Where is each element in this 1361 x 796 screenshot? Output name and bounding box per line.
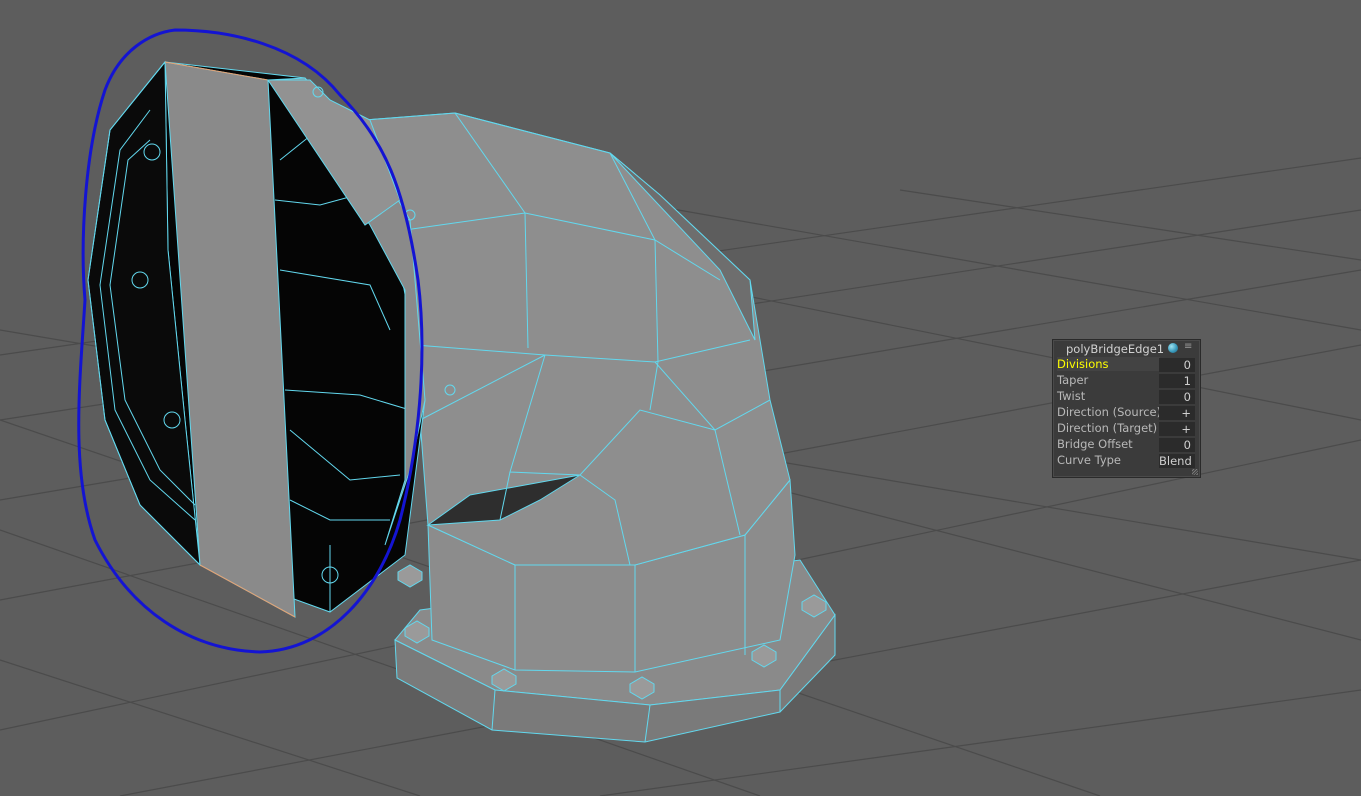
attr-row-direction-source[interactable]: Direction (Source) + (1053, 405, 1200, 421)
attr-value-field[interactable]: + (1159, 422, 1195, 436)
attr-row-direction-target[interactable]: Direction (Target) + (1053, 421, 1200, 437)
attr-value-field[interactable]: 1 (1159, 374, 1195, 388)
channel-box-popup[interactable]: polyBridgeEdge1 ≡ Divisions 0 Taper 1 Tw… (1052, 339, 1201, 478)
attr-value-field[interactable]: + (1159, 406, 1195, 420)
attr-label: Bridge Offset (1057, 437, 1133, 451)
attr-value-field[interactable]: 0 (1159, 358, 1195, 372)
attr-row-taper[interactable]: Taper 1 (1053, 373, 1200, 389)
attr-label: Twist (1057, 389, 1086, 403)
attr-value-field[interactable]: 0 (1159, 390, 1195, 404)
node-type-icon[interactable] (1168, 343, 1178, 353)
attr-value-field[interactable]: Blend (1159, 454, 1195, 468)
node-title: polyBridgeEdge1 (1066, 342, 1165, 356)
attr-label: Direction (Target) (1057, 421, 1158, 435)
attr-label: Taper (1057, 373, 1089, 387)
attr-row-curve-type[interactable]: Curve Type Blend (1053, 453, 1200, 469)
attr-label: Divisions (1057, 357, 1160, 371)
channel-box-header: polyBridgeEdge1 ≡ (1053, 340, 1200, 357)
attr-label: Direction (Source) (1057, 405, 1162, 419)
pipe-elbow (364, 112, 791, 566)
attr-row-twist[interactable]: Twist 0 (1053, 389, 1200, 405)
attr-value-field[interactable]: 0 (1159, 438, 1195, 452)
attr-row-divisions[interactable]: Divisions 0 (1053, 357, 1200, 373)
resize-grip-icon[interactable] (1192, 469, 1198, 475)
attr-label: Curve Type (1057, 453, 1121, 467)
attr-row-bridge-offset[interactable]: Bridge Offset 0 (1053, 437, 1200, 453)
menu-icon[interactable]: ≡ (1184, 341, 1192, 353)
